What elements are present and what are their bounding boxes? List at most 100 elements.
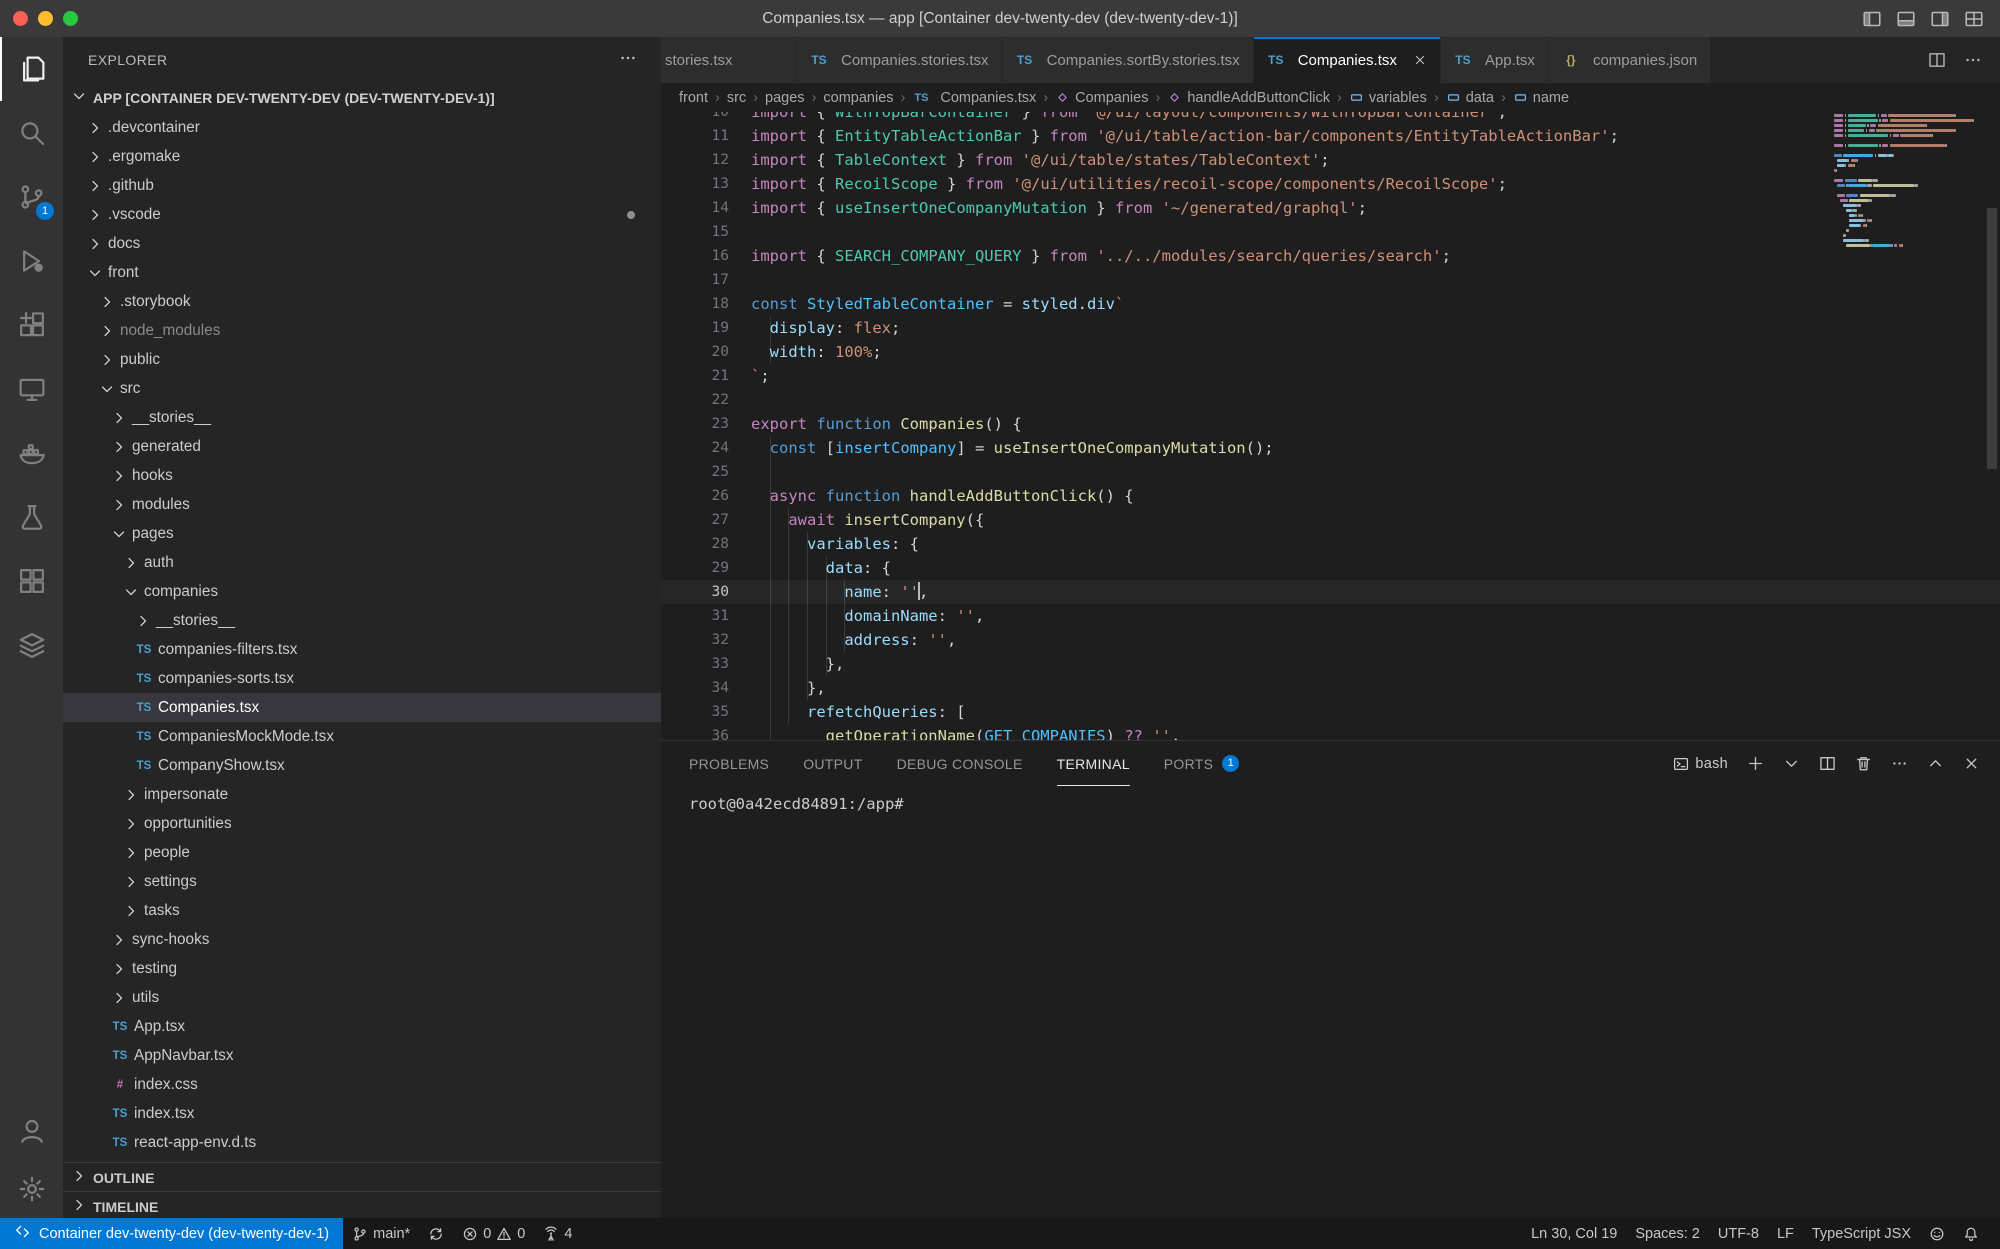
code-line-31[interactable]: 31 domainName: '', — [661, 604, 2000, 628]
breadcrumb-item-front[interactable]: front — [679, 90, 708, 106]
tree-item-docs[interactable]: docs — [63, 229, 661, 258]
tree-item-companies-tsx[interactable]: TSCompanies.tsx — [63, 693, 661, 722]
tree-item-impersonate[interactable]: impersonate — [63, 780, 661, 809]
tree-item-companies[interactable]: companies — [63, 577, 661, 606]
status-problems[interactable]: 00 — [453, 1218, 534, 1249]
tree-item-ergomake[interactable]: .ergomake — [63, 142, 661, 171]
shell-selector[interactable]: bash — [1673, 756, 1728, 772]
line-number[interactable]: 36 — [661, 724, 729, 740]
code-line-15[interactable]: 15 — [661, 220, 2000, 244]
line-number[interactable]: 29 — [661, 556, 729, 580]
layout-sidebar-left-icon[interactable] — [1862, 9, 1882, 29]
tree-item-github[interactable]: .github — [63, 171, 661, 200]
activity-panels[interactable] — [0, 549, 63, 613]
tree-item-people[interactable]: people — [63, 838, 661, 867]
code-line-24[interactable]: 24 const [insertCompany] = useInsertOneC… — [661, 436, 2000, 460]
line-number[interactable]: 28 — [661, 532, 729, 556]
activity-remote-explorer[interactable] — [0, 357, 63, 421]
breadcrumb-item-name[interactable]: name — [1513, 90, 1569, 106]
tab-companies-json[interactable]: {}companies.json — [1549, 37, 1711, 83]
tree-item-index-tsx[interactable]: TSindex.tsx — [63, 1099, 661, 1128]
chevron-down-icon[interactable] — [1783, 755, 1800, 772]
layout-sidebar-right-icon[interactable] — [1930, 9, 1950, 29]
status-eol[interactable]: LF — [1768, 1218, 1803, 1249]
line-number[interactable]: 27 — [661, 508, 729, 532]
code-line-30[interactable]: 30 name: '', — [661, 580, 2000, 604]
activity-references[interactable] — [0, 613, 63, 677]
tree-item-auth[interactable]: auth — [63, 548, 661, 577]
ellipsis-icon[interactable] — [1964, 51, 1982, 69]
activity-run-debug[interactable] — [0, 229, 63, 293]
breadcrumb-item-handleaddbuttonclick[interactable]: handleAddButtonClick — [1167, 90, 1330, 106]
breadcrumb-item-src[interactable]: src — [727, 90, 746, 106]
close-icon[interactable] — [1413, 53, 1427, 67]
tree-item-react-app-env-d-ts[interactable]: TSreact-app-env.d.ts — [63, 1128, 661, 1157]
tab-companies-stories-tsx[interactable]: TSCompanies.stories.tsx — [797, 37, 1003, 83]
panel-tab-output[interactable]: OUTPUT — [803, 741, 862, 786]
chevron-up-icon[interactable] — [1927, 755, 1944, 772]
editor[interactable]: 10import { WithTopBarContainer } from '@… — [661, 112, 2000, 740]
code-line-16[interactable]: 16import { SEARCH_COMPANY_QUERY } from '… — [661, 244, 2000, 268]
remote-indicator[interactable]: Container dev-twenty-dev (dev-twenty-dev… — [0, 1218, 343, 1249]
line-number[interactable]: 10 — [661, 112, 729, 124]
code-line-34[interactable]: 34 }, — [661, 676, 2000, 700]
activity-testing[interactable] — [0, 485, 63, 549]
tree-item-public[interactable]: public — [63, 345, 661, 374]
status-indentation[interactable]: Spaces: 2 — [1626, 1218, 1709, 1249]
line-number[interactable]: 19 — [661, 316, 729, 340]
code-line-12[interactable]: 12import { TableContext } from '@/ui/tab… — [661, 148, 2000, 172]
line-number[interactable]: 35 — [661, 700, 729, 724]
activity-manage[interactable] — [0, 1160, 63, 1218]
code-line-21[interactable]: 21`; — [661, 364, 2000, 388]
tree-item-front[interactable]: front — [63, 258, 661, 287]
explorer-section-header[interactable]: APP [CONTAINER DEV-TWENTY-DEV (DEV-TWENT… — [63, 83, 661, 112]
panel-tab-problems[interactable]: PROBLEMS — [689, 741, 769, 786]
line-number[interactable]: 22 — [661, 388, 729, 412]
tree-item-modules[interactable]: modules — [63, 490, 661, 519]
status-sync[interactable] — [419, 1218, 453, 1249]
line-number[interactable]: 24 — [661, 436, 729, 460]
tab-companies-sortby-stories-tsx[interactable]: TSCompanies.sortBy.stories.tsx — [1003, 37, 1254, 83]
tree-item-pages[interactable]: pages — [63, 519, 661, 548]
code-line-28[interactable]: 28 variables: { — [661, 532, 2000, 556]
code-line-36[interactable]: 36 getOperationName(GET_COMPANIES) ?? ''… — [661, 724, 2000, 740]
line-number[interactable]: 12 — [661, 148, 729, 172]
line-number[interactable]: 16 — [661, 244, 729, 268]
tree-item-storybook[interactable]: .storybook — [63, 287, 661, 316]
code-line-33[interactable]: 33 }, — [661, 652, 2000, 676]
code-line-23[interactable]: 23export function Companies() { — [661, 412, 2000, 436]
tree-item-companyshow-tsx[interactable]: TSCompanyShow.tsx — [63, 751, 661, 780]
activity-accounts[interactable] — [0, 1102, 63, 1160]
code-line-29[interactable]: 29 data: { — [661, 556, 2000, 580]
ellipsis-icon[interactable] — [1891, 755, 1908, 772]
status-encoding[interactable]: UTF-8 — [1709, 1218, 1768, 1249]
split-editor-icon[interactable] — [1819, 755, 1836, 772]
code-line-14[interactable]: 14import { useInsertOneCompanyMutation }… — [661, 196, 2000, 220]
terminal[interactable]: root@0a42ecd84891:/app# — [661, 786, 2000, 813]
code-line-35[interactable]: 35 refetchQueries: [ — [661, 700, 2000, 724]
line-number[interactable]: 17 — [661, 268, 729, 292]
status-branch[interactable]: main* — [343, 1218, 419, 1249]
tree-item-app-tsx[interactable]: TSApp.tsx — [63, 1012, 661, 1041]
status-notifications[interactable] — [1954, 1218, 1988, 1249]
breadcrumb-item-data[interactable]: data — [1446, 90, 1494, 106]
tree-item-generated[interactable]: generated — [63, 432, 661, 461]
tree-item-index-css[interactable]: #index.css — [63, 1070, 661, 1099]
tree-item-tasks[interactable]: tasks — [63, 896, 661, 925]
tree-item-settings[interactable]: settings — [63, 867, 661, 896]
tree-item-vscode[interactable]: .vscode — [63, 200, 661, 229]
tree-item-devcontainer[interactable]: .devcontainer — [63, 113, 661, 142]
tab-stories-tsx[interactable]: stories.tsx — [661, 37, 797, 83]
code-line-27[interactable]: 27 await insertCompany({ — [661, 508, 2000, 532]
tree-item-appnavbar-tsx[interactable]: TSAppNavbar.tsx — [63, 1041, 661, 1070]
breadcrumb-item-companies[interactable]: Companies — [1055, 90, 1148, 106]
code-line-19[interactable]: 19 display: flex; — [661, 316, 2000, 340]
line-number[interactable]: 33 — [661, 652, 729, 676]
tree-item-stories[interactable]: __stories__ — [63, 403, 661, 432]
code-line-17[interactable]: 17 — [661, 268, 2000, 292]
status-feedback[interactable] — [1920, 1218, 1954, 1249]
line-number[interactable]: 23 — [661, 412, 729, 436]
activity-explorer[interactable] — [0, 37, 63, 101]
explorer-more-actions[interactable] — [619, 49, 637, 72]
status-cursor-position[interactable]: Ln 30, Col 19 — [1522, 1218, 1626, 1249]
